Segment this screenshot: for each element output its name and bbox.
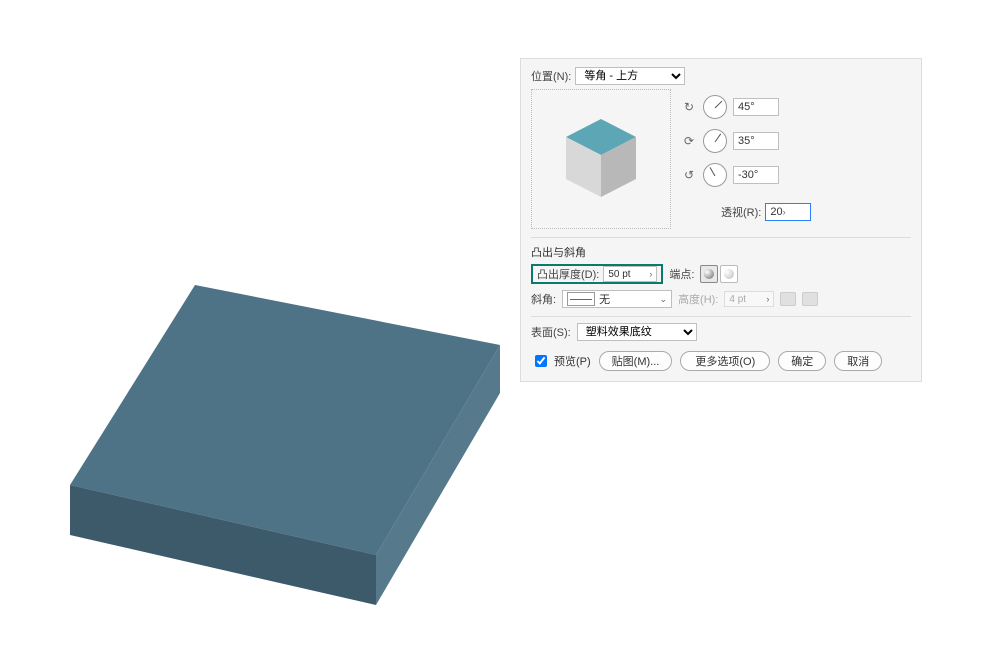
cancel-label: 取消 bbox=[847, 353, 869, 369]
extrude-depth-input[interactable]: 50 pt › bbox=[603, 266, 657, 282]
chevron-right-icon: › bbox=[766, 294, 769, 304]
divider bbox=[531, 237, 911, 238]
rotate-y-value: 35° bbox=[738, 135, 755, 147]
map-art-label: 贴图(M)... bbox=[612, 353, 660, 369]
chevron-right-icon: › bbox=[783, 207, 786, 217]
rotate-z-icon: ↺ bbox=[681, 167, 697, 183]
preview-checkbox-wrap[interactable]: 预览(P) bbox=[531, 352, 591, 370]
rotate-y-dial[interactable] bbox=[703, 129, 727, 153]
perspective-value: 20 bbox=[770, 206, 782, 218]
rotate-x-icon: ↻ bbox=[681, 99, 697, 115]
cap-hollow-button[interactable] bbox=[720, 265, 738, 283]
perspective-input[interactable]: 20 › bbox=[765, 203, 811, 221]
rotation-controls: ↻ 45° ⟳ 35° ↺ -30° 透视(R bbox=[681, 89, 811, 221]
more-options-button[interactable]: 更多选项(O) bbox=[680, 351, 770, 371]
rotate-x-value: 45° bbox=[738, 101, 755, 113]
extrude-depth-value: 50 pt bbox=[608, 269, 630, 280]
bevel-in-icon bbox=[780, 292, 796, 306]
surface-label: 表面(S): bbox=[531, 324, 571, 340]
rotate-z-value: -30° bbox=[738, 169, 758, 181]
rotate-x-input[interactable]: 45° bbox=[733, 98, 779, 116]
position-label: 位置(N): bbox=[531, 68, 571, 84]
3d-extrude-dialog: 位置(N): 等角 - 上方 ↻ 45° ⟳ bbox=[520, 58, 922, 382]
extrude-depth-highlight: 凸出厚度(D): 50 pt › bbox=[531, 264, 663, 284]
extrude-section-title: 凸出与斜角 bbox=[531, 244, 911, 260]
rotate-z-dial[interactable] bbox=[703, 163, 727, 187]
rotate-y-icon: ⟳ bbox=[681, 133, 697, 149]
bevel-swatch-icon bbox=[567, 292, 595, 306]
ok-button[interactable]: 确定 bbox=[778, 351, 826, 371]
preview-checkbox[interactable] bbox=[535, 355, 547, 367]
bevel-value: 无 bbox=[599, 291, 610, 307]
cap-solid-button[interactable] bbox=[700, 265, 718, 283]
chevron-right-icon: › bbox=[649, 269, 652, 279]
chevron-down-icon: ⌄ bbox=[660, 294, 668, 305]
bevel-height-input: 4 pt › bbox=[724, 291, 774, 307]
bevel-height-value: 4 pt bbox=[729, 294, 746, 305]
ok-label: 确定 bbox=[791, 353, 813, 369]
preview-checkbox-label: 预览(P) bbox=[554, 353, 591, 369]
cube-preview[interactable] bbox=[531, 89, 671, 229]
rotate-z-input[interactable]: -30° bbox=[733, 166, 779, 184]
surface-select[interactable]: 塑料效果底纹 bbox=[577, 323, 697, 341]
bevel-label: 斜角: bbox=[531, 291, 556, 307]
canvas-3d-shape bbox=[70, 285, 500, 645]
bevel-select[interactable]: 无 ⌄ bbox=[562, 290, 672, 308]
divider bbox=[531, 316, 911, 317]
rotate-y-input[interactable]: 35° bbox=[733, 132, 779, 150]
bevel-out-icon bbox=[802, 292, 818, 306]
extrude-depth-label: 凸出厚度(D): bbox=[537, 266, 599, 282]
cancel-button[interactable]: 取消 bbox=[834, 351, 882, 371]
rotate-x-dial[interactable] bbox=[703, 95, 727, 119]
more-options-label: 更多选项(O) bbox=[695, 353, 755, 369]
position-select[interactable]: 等角 - 上方 bbox=[575, 67, 685, 85]
perspective-label: 透视(R): bbox=[721, 204, 761, 220]
cap-label: 端点: bbox=[669, 266, 694, 282]
map-art-button[interactable]: 贴图(M)... bbox=[599, 351, 673, 371]
bevel-height-label: 高度(H): bbox=[678, 291, 718, 307]
